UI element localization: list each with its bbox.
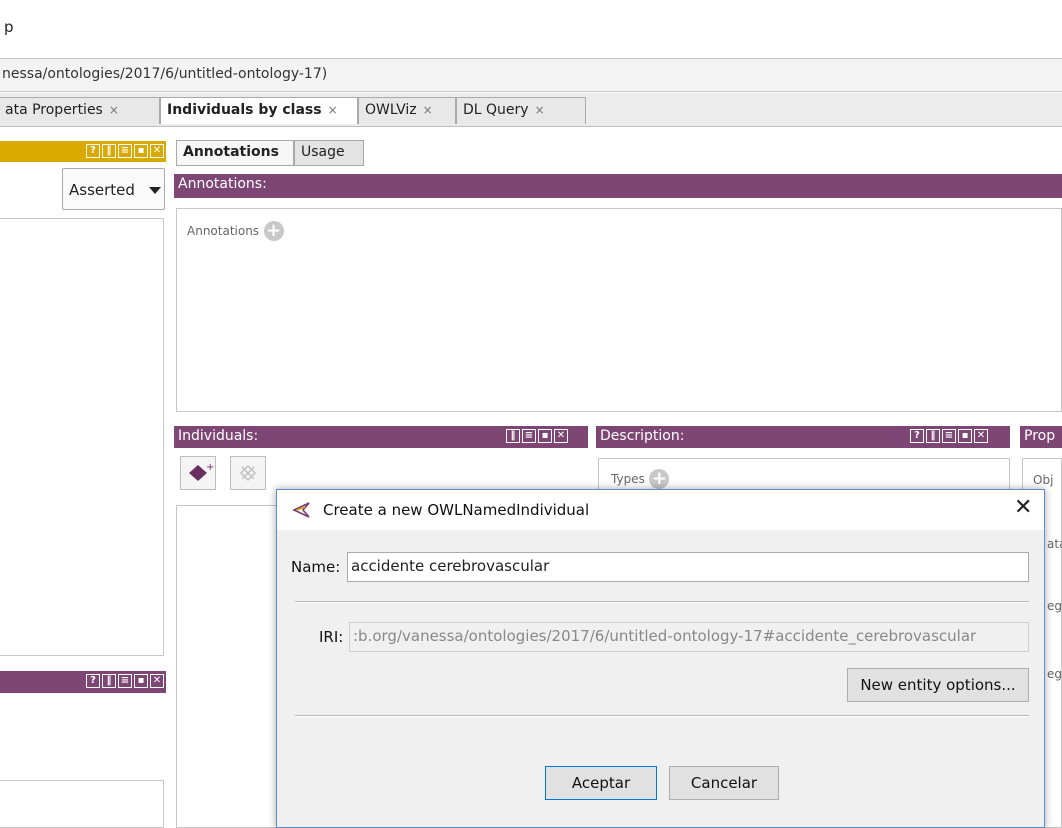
description-header-title: Description: — [600, 428, 685, 444]
close-view-icon[interactable]: ✕ — [150, 144, 164, 158]
individuals-header-title: Individuals: — [178, 428, 259, 444]
split-vertical-icon[interactable]: ‖ — [102, 144, 116, 158]
name-label: Name: — [291, 558, 341, 576]
annotations-field-label: Annotations — [187, 224, 260, 238]
help-icon[interactable]: ? — [910, 429, 924, 443]
maximize-icon[interactable]: ▪ — [538, 429, 552, 443]
name-input[interactable]: accidente cerebrovascular — [347, 552, 1029, 582]
object-properties-label: Obj — [1033, 473, 1054, 487]
close-icon[interactable]: ✕ — [1014, 495, 1032, 520]
negative-data-label: eg — [1047, 667, 1062, 681]
tab-close-icon[interactable]: × — [423, 103, 433, 117]
close-view-icon[interactable]: ✕ — [554, 429, 568, 443]
delete-individual-button[interactable] — [230, 456, 266, 490]
protege-logo-icon — [292, 502, 310, 518]
tab-label: ata Properties — [5, 102, 103, 118]
tab-label: DL Query — [463, 102, 529, 118]
ontology-path-bar: nessa/ontologies/2017/6/untitled-ontolog… — [0, 58, 1062, 92]
create-individual-dialog: Create a new OWLNamedIndividual ✕ Name: … — [276, 489, 1045, 828]
maximize-icon[interactable]: ▪ — [134, 144, 148, 158]
tab-owlviz[interactable]: OWLViz × — [358, 97, 456, 124]
window-controls: ? ‖ ≡ ▪ ✕ — [86, 674, 164, 688]
cancel-button[interactable]: Cancelar — [669, 766, 779, 800]
annotations-field: Annotations + — [187, 221, 284, 241]
add-individual-button[interactable]: + — [180, 456, 216, 490]
iri-field[interactable]: :b.org/vanessa/ontologies/2017/6/untitle… — [349, 622, 1029, 652]
window-controls: ? ‖ ≡ ▪ ✕ — [910, 429, 988, 443]
delete-individual-icon — [239, 464, 257, 482]
dialog-title-bar: Create a new OWLNamedIndividual ✕ — [277, 490, 1044, 530]
dialog-separator — [295, 601, 1029, 603]
menu-bar: p — [0, 0, 1062, 58]
split-vertical-icon[interactable]: ‖ — [506, 429, 520, 443]
split-horizontal-icon[interactable]: ≡ — [118, 144, 132, 158]
tab-bar: ata Properties × Individuals by class × OW… — [0, 93, 1062, 127]
ok-button[interactable]: Aceptar — [545, 766, 657, 800]
lower-left-panel-header: ? ‖ ≡ ▪ ✕ — [0, 671, 166, 693]
subtab-annotations[interactable]: Annotations — [176, 140, 294, 166]
tab-label: OWLViz — [365, 102, 417, 118]
dialog-separator — [295, 715, 1029, 717]
close-view-icon[interactable]: ✕ — [974, 429, 988, 443]
maximize-icon[interactable]: ▪ — [134, 674, 148, 688]
hierarchy-mode-dropdown[interactable]: Asserted — [62, 168, 165, 210]
split-vertical-icon[interactable]: ‖ — [102, 674, 116, 688]
types-label: Types — [611, 472, 645, 486]
iri-value: :b.org/vanessa/ontologies/2017/6/untitle… — [353, 627, 977, 645]
add-type-icon[interactable]: + — [649, 469, 670, 489]
maximize-icon[interactable]: ▪ — [958, 429, 972, 443]
menu-item-fragment[interactable]: p — [4, 18, 14, 36]
class-hierarchy-tree[interactable] — [0, 218, 164, 656]
svg-text:+: + — [206, 462, 214, 473]
class-hierarchy-header: ? ‖ ≡ ▪ ✕ — [0, 141, 166, 162]
split-vertical-icon[interactable]: ‖ — [926, 429, 940, 443]
lower-left-panel-content[interactable] — [0, 780, 164, 828]
individuals-header: Individuals: ‖ ≡ ▪ ✕ — [174, 426, 588, 448]
tab-individuals-by-class[interactable]: Individuals by class × — [160, 97, 358, 124]
help-icon[interactable]: ? — [86, 144, 100, 158]
split-horizontal-icon[interactable]: ≡ — [942, 429, 956, 443]
ontology-iri-label: nessa/ontologies/2017/6/untitled-ontolog… — [2, 66, 328, 82]
tab-data-properties[interactable]: ata Properties × — [0, 97, 160, 124]
tab-dl-query[interactable]: DL Query × — [456, 97, 586, 124]
split-horizontal-icon[interactable]: ≡ — [118, 674, 132, 688]
split-horizontal-icon[interactable]: ≡ — [522, 429, 536, 443]
types-field: Types + — [611, 469, 670, 489]
annotations-content: Annotations + — [176, 208, 1062, 412]
tab-close-icon[interactable]: × — [109, 103, 119, 117]
tab-label: Individuals by class — [167, 102, 322, 118]
chevron-down-icon — [149, 187, 161, 194]
tab-close-icon[interactable]: × — [535, 103, 545, 117]
annotations-header-title: Annotations: — [178, 176, 267, 192]
annotations-header: Annotations: — [174, 174, 1062, 198]
data-properties-label: ata — [1047, 537, 1062, 551]
description-header: Description: ? ‖ ≡ ▪ ✕ — [596, 426, 1010, 448]
property-assertions-header: Prop — [1020, 426, 1062, 448]
iri-label: IRI: — [319, 628, 344, 646]
dialog-title: Create a new OWLNamedIndividual — [323, 501, 590, 519]
new-entity-options-button[interactable]: New entity options... — [847, 668, 1029, 702]
dropdown-value: Asserted — [69, 181, 135, 199]
subtab-usage[interactable]: Usage — [294, 140, 364, 166]
window-controls: ‖ ≡ ▪ ✕ — [506, 429, 568, 443]
negative-object-label: eg — [1047, 599, 1062, 613]
window-controls: ? ‖ ≡ ▪ ✕ — [86, 144, 164, 158]
close-view-icon[interactable]: ✕ — [150, 674, 164, 688]
add-annotation-icon[interactable]: + — [263, 221, 284, 241]
help-icon[interactable]: ? — [86, 674, 100, 688]
tab-close-icon[interactable]: × — [328, 103, 338, 117]
add-individual-icon: + — [189, 462, 214, 481]
property-assertions-header-title: Prop — [1024, 428, 1056, 444]
